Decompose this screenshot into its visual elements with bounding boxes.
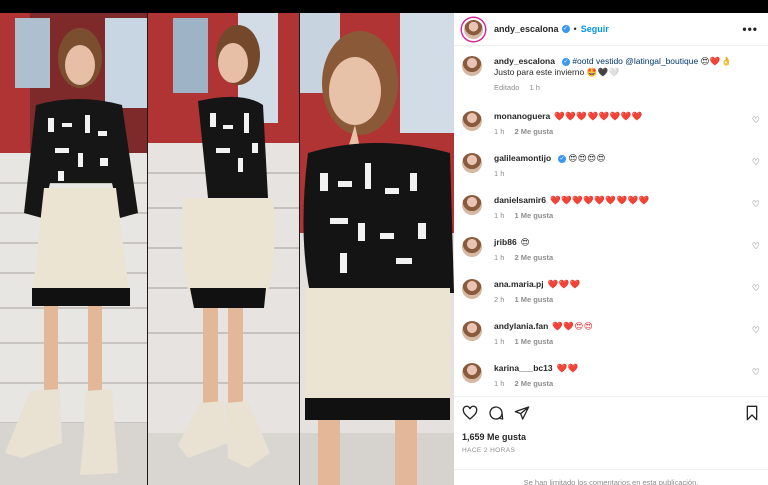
comment-like-heart-icon[interactable]: ♡: [752, 115, 760, 126]
comment-text: ❤️❤️: [556, 363, 579, 373]
post-sidebar: andy_escalona ✓ • Seguir ••• andy_escalo…: [454, 13, 768, 485]
heart-icon[interactable]: [462, 405, 478, 421]
post-modal: andy_escalona ✓ • Seguir ••• andy_escalo…: [0, 13, 768, 485]
post-actions: 1,659 Me gusta HACE 2 HORAS Se han limit…: [454, 396, 768, 485]
comment-username[interactable]: danielsamir6: [494, 195, 546, 205]
comment-likes[interactable]: 2 Me gusta: [514, 127, 553, 136]
bookmark-icon[interactable]: [744, 405, 760, 421]
comment-like-heart-icon[interactable]: ♡: [752, 241, 760, 252]
comment-icon[interactable]: [488, 405, 504, 421]
photo-panel-right: [300, 13, 454, 485]
comment-avatar[interactable]: [462, 237, 482, 257]
action-icons-row: [462, 405, 760, 421]
post-photo[interactable]: [0, 13, 454, 485]
comment-username[interactable]: andylania.fan: [494, 321, 548, 331]
comment-like-heart-icon[interactable]: ♡: [752, 157, 760, 168]
author-avatar[interactable]: [462, 17, 485, 41]
caption-username[interactable]: andy_escalona: [494, 56, 555, 66]
comment-time: 1 h: [494, 379, 505, 388]
comment-likes[interactable]: 1 Me gusta: [514, 337, 553, 346]
more-options-icon[interactable]: •••: [742, 22, 758, 36]
comment-time: 1 h: [494, 337, 505, 346]
comment-text: ❤️❤️❤️: [547, 279, 581, 289]
caption-meta: Editado 1 h: [494, 83, 744, 92]
comment-avatar[interactable]: [462, 321, 482, 341]
comment-text: ❤️❤️❤️❤️❤️❤️❤️❤️❤️: [549, 195, 650, 205]
caption-edited: Editado: [494, 83, 520, 92]
comment-time: 1 h: [494, 169, 505, 178]
comment-username[interactable]: galileamontijo: [494, 153, 551, 163]
comment-username[interactable]: karina___bc13: [494, 363, 553, 373]
follow-button[interactable]: Seguir: [581, 24, 609, 34]
post-timestamp: HACE 2 HORAS: [462, 447, 516, 454]
likes-count[interactable]: 1,659 Me gusta: [462, 432, 526, 442]
comment-text: ❤️❤️😍😍: [552, 321, 594, 331]
comment-like-heart-icon[interactable]: ♡: [752, 283, 760, 294]
comment-text: 😍😍😍😍: [568, 153, 606, 163]
comment-text: 😍: [520, 237, 531, 247]
separator-dot: •: [573, 24, 577, 34]
comments-limited-notice: Se han limitado los comentarios en esta …: [454, 469, 768, 485]
comment-avatar[interactable]: [462, 363, 482, 383]
caption-text: andy_escalona ✓ #ootd vestido @latingal_b…: [494, 56, 744, 78]
caption-hashtag[interactable]: #ootd vestido: [572, 56, 623, 66]
comment-avatar[interactable]: [462, 111, 482, 131]
photo-panel-left: [0, 13, 147, 485]
comments-list[interactable]: andy_escalona ✓ #ootd vestido @latingal_b…: [454, 47, 768, 396]
caption-avatar[interactable]: [462, 56, 482, 76]
verified-badge-icon: ✓: [561, 25, 570, 33]
comment-time: 1 h: [494, 211, 505, 220]
send-icon[interactable]: [514, 405, 530, 421]
caption-emoji: 😍❤️👌: [700, 56, 733, 66]
comment-avatar[interactable]: [462, 153, 482, 173]
comment-likes[interactable]: 1 Me gusta: [514, 211, 553, 220]
post-header: andy_escalona ✓ • Seguir •••: [454, 13, 768, 46]
comment-time: 1 h: [494, 253, 505, 262]
comment-username[interactable]: jrib86: [494, 237, 517, 247]
comment-like-heart-icon[interactable]: ♡: [752, 367, 760, 378]
comment-likes[interactable]: 2 Me gusta: [514, 379, 553, 388]
comment-like-heart-icon[interactable]: ♡: [752, 199, 760, 210]
verified-badge-icon: ✓: [558, 154, 567, 163]
caption-time: 1 h: [529, 83, 540, 92]
comment-time: 1 h: [494, 127, 505, 136]
author-username[interactable]: andy_escalona: [494, 24, 559, 34]
comment-text: ❤️❤️❤️❤️❤️❤️❤️❤️: [554, 111, 643, 121]
comment-like-heart-icon[interactable]: ♡: [752, 325, 760, 336]
comment-likes[interactable]: 1 Me gusta: [514, 295, 553, 304]
caption-line2: Justo para este invierno: [494, 67, 585, 77]
caption-emoji-2: 🤩🖤🤍: [586, 67, 620, 77]
verified-badge-icon: ✓: [561, 57, 570, 66]
photo-panel-middle: [148, 13, 299, 485]
caption-mention[interactable]: @latingal_boutique: [625, 56, 698, 66]
comment-likes[interactable]: 2 Me gusta: [514, 253, 553, 262]
comment-avatar[interactable]: [462, 279, 482, 299]
comment-username[interactable]: ana.maria.pj: [494, 279, 544, 289]
comment-time: 2 h: [494, 295, 505, 304]
comment-username[interactable]: monanoguera: [494, 111, 550, 121]
comment-avatar[interactable]: [462, 195, 482, 215]
